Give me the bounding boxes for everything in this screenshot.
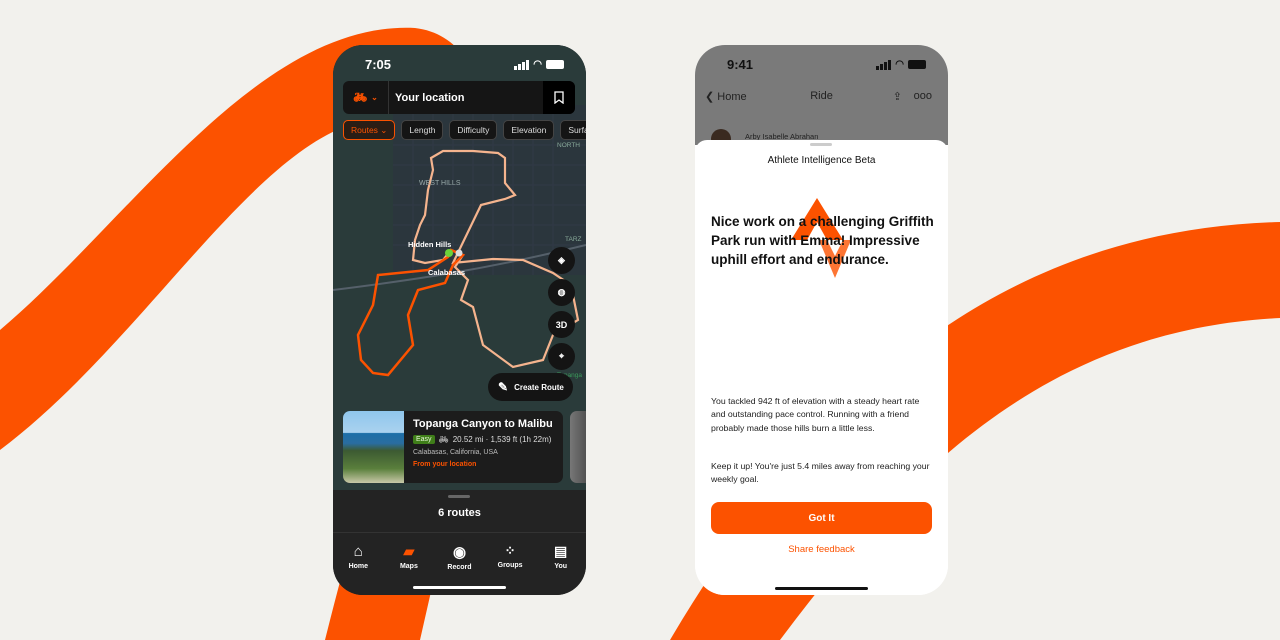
tab-record-label: Record [447,564,472,571]
filter-surface[interactable]: Surface [560,120,586,140]
route-photo [343,411,404,483]
location-search-bar[interactable]: 🚲︎ ⌄ Your location [343,81,575,114]
modal-paragraph-2: Keep it up! You're just 5.4 miles away f… [711,461,930,485]
wifi-icon: ◠ [895,59,904,70]
record-icon: ◉ [452,544,467,561]
status-icons: ◠ [514,59,564,70]
route-origin: From your location [413,461,477,468]
map-icon: ▰ [403,543,415,559]
route-card[interactable]: Topanga Canyon to Malibu Easy 🚲︎ 20.52 mi … [343,411,563,483]
home-icon: ⌂ [353,543,363,560]
globe-button[interactable]: ◍ [548,279,575,306]
share-icon[interactable]: ⇪ [893,90,902,103]
crosshair-icon: ⌖ [558,351,565,361]
modal-title: Athlete Intelligence Beta [767,155,876,166]
map-label-west-hills: WEST HILLS [419,180,461,187]
modal-paragraph-1: You tackled 942 ft of elevation with a s… [711,396,920,433]
routes-sheet: 6 routes ⌂ Home ▰ Maps ◉ Record ⁘ Groups ▤ Yo… [333,490,586,595]
share-feedback-link[interactable]: Share feedback [695,544,948,555]
map-label-north: NORTH [557,142,580,149]
filter-difficulty[interactable]: Difficulty [449,120,498,140]
tab-you[interactable]: ▤ You [541,543,581,582]
home-indicator [775,587,868,590]
athlete-intelligence-modal: Athlete Intelligence Beta Nice work on a… [695,140,948,595]
layers-button[interactable]: ◈ [548,247,575,274]
chevron-down-icon: ⌄ [371,93,378,102]
status-bar: 9:41 ◠ [695,57,948,73]
route-start-marker [445,249,453,257]
battery-icon [908,60,926,69]
groups-icon: ⁘ [504,543,516,558]
filter-chips: Routes ⌄ Length Difficulty Elevation Sur… [343,120,586,140]
more-icon[interactable]: ooo [914,90,932,102]
create-route-label: Create Route [514,382,564,392]
bookmark-button[interactable] [543,81,575,114]
profile-icon: ▤ [554,543,568,559]
pencil-icon: ✎ [498,380,509,394]
filter-routes[interactable]: Routes ⌄ [343,120,396,140]
filter-elevation[interactable]: Elevation [503,120,555,140]
globe-icon: ◍ [557,287,566,297]
screen-title: Ride [810,90,833,102]
map-label-tarzana: TARZ [565,236,582,243]
tab-groups-label: Groups [497,562,523,569]
route-title: Topanga Canyon to Malibu [413,418,553,430]
background-ribbons [0,27,1280,640]
routes-count: 6 routes [438,507,481,519]
filter-length[interactable]: Length [401,120,444,140]
maps-phone: WEST HILLS Hidden Hills Calabasas NORTH … [333,45,586,595]
difficulty-badge: Easy [413,435,435,444]
tab-bar: ⌂ Home ▰ Maps ◉ Record ⁘ Groups ▤ You [333,532,586,582]
locate-button[interactable]: ⌖ [548,343,575,370]
tab-maps[interactable]: ▰ Maps [389,543,429,582]
tab-home[interactable]: ⌂ Home [338,543,378,582]
home-indicator [413,586,506,589]
activity-type-selector[interactable]: 🚲︎ ⌄ [343,81,389,114]
route-finish-marker [455,249,463,257]
sheet-handle[interactable] [448,495,470,498]
tab-you-label: You [554,563,568,570]
got-it-button[interactable]: Got It [711,502,932,534]
bookmark-icon [554,91,564,104]
status-bar: 7:05 ◠ [333,57,586,73]
bike-icon: 🚲︎ [353,92,368,104]
status-icons: ◠ [876,59,926,70]
bike-icon: 🚲︎ [438,435,449,444]
activity-phone: 9:41 ◠ ❮ Home Ride ⇪ ooo Arby Isabelle A… [695,45,948,595]
filter-routes-label: Routes [351,125,378,135]
tab-maps-label: Maps [399,563,418,570]
create-route-button[interactable]: ✎ Create Route [488,373,573,401]
dimmed-activity-screen: 9:41 ◠ ❮ Home Ride ⇪ ooo Arby Isabelle A… [695,45,948,149]
route-place: Calabasas, California, USA [413,449,498,456]
tab-record[interactable]: ◉ Record [439,543,479,582]
signal-icon [876,59,892,70]
location-input[interactable]: Your location [389,92,543,104]
route-stats: 20.52 mi · 1,539 ft (1h 22m) [452,435,552,444]
signal-icon [514,59,530,70]
status-time: 9:41 [727,57,754,72]
tab-groups[interactable]: ⁘ Groups [490,543,530,582]
sheet-handle[interactable] [810,143,832,146]
map-label-calabasas: Calabasas [428,268,465,277]
next-route-card[interactable] [570,411,586,483]
wifi-icon: ◠ [533,59,542,70]
status-time: 7:05 [365,57,392,72]
battery-icon [546,60,564,69]
layers-icon: ◈ [558,255,565,265]
map-label-hidden-hills: Hidden Hills [408,240,451,249]
modal-headline: Nice work on a challenging Griffith Park… [711,214,934,267]
tab-home-label: Home [348,563,369,570]
3d-button[interactable]: 3D [548,311,575,338]
